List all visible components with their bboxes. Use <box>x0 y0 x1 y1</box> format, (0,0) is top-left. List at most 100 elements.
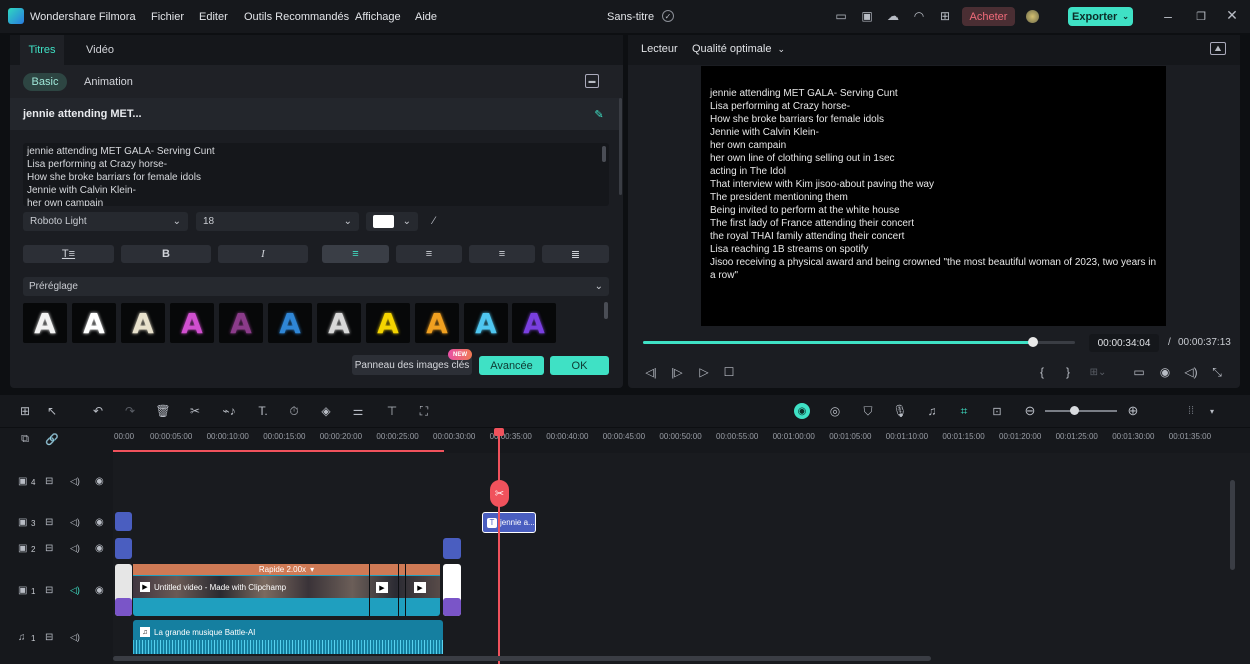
ai-edit-icon[interactable]: ✎ <box>591 107 607 121</box>
video-track-4-type-icon[interactable]: ▣ <box>18 476 27 487</box>
mark-in-icon[interactable]: { <box>1036 365 1048 379</box>
render-icon[interactable]: ⊞⌄ <box>1087 365 1109 379</box>
mute-icon[interactable]: ◁) <box>70 476 80 487</box>
mute-icon[interactable]: ◁) <box>70 543 80 554</box>
video-track-1-type-icon[interactable]: ▣ <box>18 585 27 596</box>
mute-icon[interactable]: ◁) <box>70 632 80 643</box>
display-icon[interactable]: ▭ <box>1131 365 1147 379</box>
speed-bar[interactable]: Rapide 2.00x ▾ <box>133 564 440 575</box>
size-dropdown[interactable]: 18 ⌄ <box>196 212 359 231</box>
zoom-slider[interactable] <box>1045 410 1117 412</box>
video-track-2-type-icon[interactable]: ▣ <box>18 543 27 554</box>
zoom-out-icon[interactable]: ⊖ <box>1023 403 1037 418</box>
align-right-button[interactable]: ≡ <box>469 245 535 263</box>
panel-scrollbar[interactable] <box>619 98 622 195</box>
text-tool-icon[interactable]: T. <box>254 404 272 418</box>
lock-icon[interactable]: ⊟ <box>45 585 53 596</box>
italic-button[interactable]: I <box>218 245 308 263</box>
select-tool-icon[interactable]: ↖ <box>44 404 60 418</box>
visibility-icon[interactable]: ◉ <box>95 543 104 554</box>
eyedropper-icon[interactable]: ⁄ <box>428 215 440 227</box>
visibility-icon[interactable]: ◉ <box>95 476 104 487</box>
chevron-down-icon[interactable]: ▾ <box>1208 405 1216 417</box>
tab-video[interactable]: Vidéo <box>80 35 120 65</box>
prev-frame-icon[interactable]: ◁| <box>644 365 658 379</box>
timeline-vscrollbar[interactable] <box>1230 480 1235 570</box>
lock-icon[interactable]: ⊟ <box>45 543 53 554</box>
mute-icon[interactable]: ◁) <box>70 585 80 596</box>
snapshot-icon[interactable]: ⛰ <box>1210 42 1226 55</box>
font-dropdown[interactable]: Roboto Light ⌄ <box>23 212 188 231</box>
save-preset-icon[interactable]: ▬ <box>585 74 599 88</box>
undo-icon[interactable]: ↶ <box>91 404 105 418</box>
clip-v1-purple-end[interactable] <box>443 598 461 616</box>
save-icon[interactable]: ▣ <box>860 9 874 23</box>
quality-dropdown[interactable]: Qualité optimale ⌄ <box>692 43 785 55</box>
snap-icon[interactable]: ⌗ <box>957 404 971 418</box>
audio-track-1-type-icon[interactable]: ♫ <box>18 632 26 643</box>
video-track-3-type-icon[interactable]: ▣ <box>18 517 27 528</box>
play-icon[interactable]: ▷ <box>697 365 711 379</box>
export-button[interactable]: Exporter ⌄ <box>1068 7 1133 26</box>
headset-icon[interactable]: ◠ <box>912 9 926 23</box>
lock-icon[interactable]: ⊟ <box>45 476 53 487</box>
ok-button[interactable]: OK <box>550 356 609 375</box>
lock-icon[interactable]: ⊟ <box>45 632 53 643</box>
preset-swatch[interactable]: A <box>121 303 165 343</box>
preset-swatch[interactable]: A <box>464 303 508 343</box>
restore-icon[interactable]: ❐ <box>1194 9 1208 23</box>
split-scissor-icon[interactable]: ✂ <box>490 480 509 507</box>
advanced-button[interactable]: Avancée <box>479 356 544 375</box>
title-text-input[interactable]: jennie attending MET GALA- Serving Cunt … <box>23 143 609 206</box>
camera-icon[interactable]: ◉ <box>1158 365 1172 379</box>
text-style-button[interactable]: T̲≡ <box>23 245 114 263</box>
lock-icon[interactable]: ⊟ <box>45 517 53 528</box>
menu-editer[interactable]: Editer <box>199 11 228 23</box>
stop-icon[interactable]: ☐ <box>722 365 736 379</box>
preset-swatch[interactable]: A <box>317 303 361 343</box>
preset-swatch[interactable]: A <box>268 303 312 343</box>
adjust-icon[interactable]: ⚌ <box>351 404 365 418</box>
clip-v1-purple-start[interactable] <box>115 598 132 616</box>
speed-icon[interactable]: ⏱ <box>287 404 301 418</box>
title-clip[interactable]: Tjennie a... <box>482 512 536 533</box>
link-icon[interactable]: 🔗 <box>45 432 59 446</box>
align-left-button[interactable]: ≡ <box>322 245 389 263</box>
grid-apps-icon[interactable]: ⊞ <box>938 9 952 23</box>
volume-icon[interactable]: ◁) <box>1184 365 1198 379</box>
ai-copilot-icon[interactable]: ◉ <box>794 403 810 419</box>
playhead[interactable] <box>498 428 500 664</box>
timeline-hscrollbar[interactable] <box>113 656 931 661</box>
track-options-icon[interactable]: ⁞⁞ <box>1184 403 1198 419</box>
zoom-slider-handle[interactable] <box>1070 406 1079 415</box>
mark-out-icon[interactable]: } <box>1062 365 1074 379</box>
audio-stretch-icon[interactable]: ⌁♪ <box>220 404 238 418</box>
layout-icon[interactable]: ⊞ <box>18 404 32 418</box>
menu-affichage[interactable]: Affichage <box>355 11 401 23</box>
color-dropdown[interactable]: ⌄ <box>366 212 418 231</box>
pip-icon[interactable]: ⊡ <box>990 404 1004 418</box>
text-to-speech-icon[interactable]: ⊤ <box>384 404 400 418</box>
visibility-icon[interactable]: ◉ <box>95 517 104 528</box>
buy-button[interactable]: Acheter <box>962 7 1015 26</box>
zoom-in-icon[interactable]: ⊕ <box>1126 403 1140 418</box>
next-frame-icon[interactable]: |▷ <box>670 365 684 379</box>
minimize-icon[interactable]: – <box>1161 8 1175 24</box>
fullscreen-icon[interactable]: ⤡ <box>1210 365 1224 379</box>
avatar[interactable] <box>1026 10 1039 23</box>
audio-mix-icon[interactable]: ♫ <box>925 404 939 418</box>
menu-fichier[interactable]: Fichier <box>151 11 184 23</box>
clip-v3-small[interactable] <box>115 512 132 531</box>
tab-animation[interactable]: Animation <box>84 76 133 88</box>
preset-swatch[interactable]: A <box>512 303 556 343</box>
menu-aide[interactable]: Aide <box>415 11 437 23</box>
bold-button[interactable]: B <box>121 245 211 263</box>
cut-icon[interactable]: ✂ <box>188 404 202 418</box>
align-justify-button[interactable]: ≣ <box>542 245 609 263</box>
scrubber-handle[interactable] <box>1028 337 1038 347</box>
preset-swatch[interactable]: A <box>23 303 67 343</box>
tab-titres[interactable]: Titres <box>20 35 64 65</box>
preset-dropdown[interactable]: Préréglage ⌄ <box>23 277 609 296</box>
preset-scrollbar[interactable] <box>604 302 608 319</box>
align-center-button[interactable]: ≡ <box>396 245 462 263</box>
